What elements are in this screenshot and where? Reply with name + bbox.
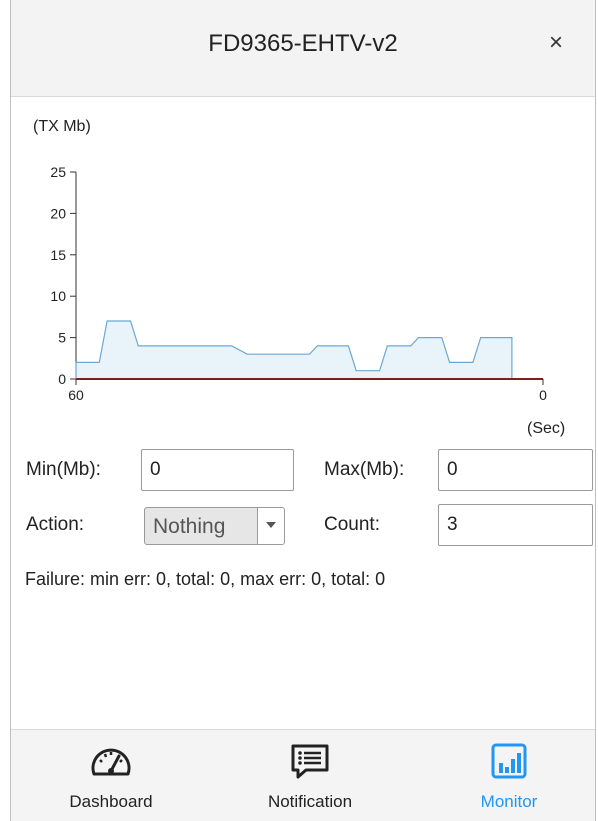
failure-status: Failure: min err: 0, total: 0, max err: …	[25, 569, 386, 589]
x-tick-label: 60	[68, 387, 84, 403]
tx-chart: 0510152025 60 0	[50, 164, 547, 403]
chart-y-label: (TX Mb)	[33, 118, 91, 135]
nav-monitor[interactable]: Monitor	[434, 730, 584, 821]
dialog-header: FD9365-EHTV-v2 ×	[11, 0, 595, 97]
y-tick-label: 5	[58, 330, 66, 346]
action-count-row: Action: Nothing Count:	[11, 504, 595, 548]
nav-label: Monitor	[480, 792, 538, 811]
y-tick-label: 10	[50, 288, 66, 304]
min-max-row: Min(Mb): Max(Mb):	[11, 449, 595, 493]
chevron-down-icon[interactable]	[257, 508, 284, 544]
speedometer-icon	[91, 748, 131, 776]
action-select-value: Nothing	[153, 515, 226, 538]
dialog-panel: FD9365-EHTV-v2 × (TX Mb) 0 5 10 15 20 25 60 0 …	[10, 0, 596, 821]
y-axis: 0 5 10 15 20 25	[50, 164, 77, 387]
close-button[interactable]: ×	[543, 30, 569, 56]
y-tick-label: 20	[50, 205, 66, 221]
dialog-title: FD9365-EHTV-v2	[208, 30, 398, 57]
bar-chart-icon	[491, 743, 527, 779]
nav-notification[interactable]: Notification	[235, 730, 385, 821]
y-tick-label: 15	[50, 247, 66, 263]
y-tick-label: 0	[58, 371, 66, 387]
count-input[interactable]	[438, 504, 593, 546]
action-label: Action:	[26, 514, 85, 535]
min-label: Min(Mb):	[26, 459, 101, 480]
message-list-icon	[291, 744, 329, 779]
count-label: Count:	[324, 514, 380, 535]
nav-label: Notification	[267, 792, 353, 811]
nav-label: Dashboard	[69, 792, 153, 811]
chart-area-fill	[76, 321, 512, 379]
nav-dashboard[interactable]: Dashboard	[36, 730, 186, 821]
x-axis: 60 0	[68, 379, 547, 403]
min-input[interactable]	[141, 449, 294, 491]
action-select[interactable]: Nothing	[144, 507, 285, 545]
y-tick-label: 25	[50, 164, 66, 180]
max-input[interactable]	[438, 449, 593, 491]
max-label: Max(Mb):	[324, 459, 405, 480]
x-tick-label: 0	[539, 387, 547, 403]
bottom-nav: Dashboard Notification Monitor	[11, 729, 595, 821]
chart-x-unit: (Sec)	[527, 420, 566, 437]
